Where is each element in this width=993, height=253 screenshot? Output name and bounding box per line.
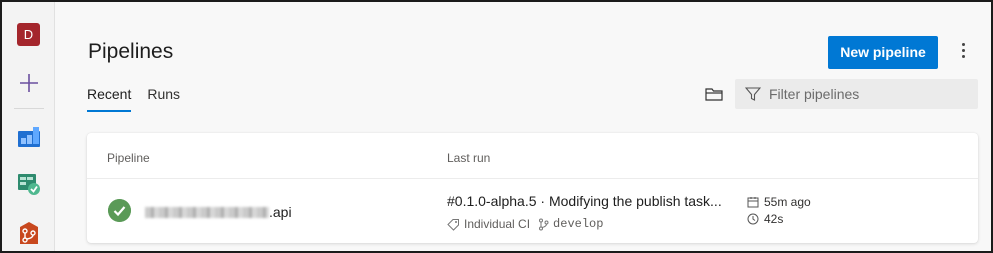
column-header-last-run: Last run bbox=[447, 151, 491, 165]
run-ago: 55m ago bbox=[764, 194, 811, 209]
new-pipeline-button[interactable]: New pipeline bbox=[828, 36, 938, 69]
column-header-pipeline: Pipeline bbox=[107, 151, 150, 165]
pipeline-name[interactable]: .api bbox=[145, 204, 292, 220]
branch-label: develop bbox=[553, 217, 604, 231]
tag-icon bbox=[447, 218, 459, 231]
run-title[interactable]: #0.1.0-alpha.5 · Modifying the publish t… bbox=[447, 193, 727, 209]
calendar-icon bbox=[747, 196, 759, 207]
redacted-name bbox=[145, 207, 269, 218]
filter-icon bbox=[745, 87, 761, 101]
tab-bar: Recent Runs bbox=[87, 86, 196, 112]
run-timing: 55m ago 42s bbox=[747, 193, 811, 227]
app-frame: D Pipelines Recent Runs New pipeline Fil… bbox=[0, 0, 993, 253]
table-row[interactable]: .api #0.1.0-alpha.5 · Modifying the publ… bbox=[87, 179, 978, 243]
left-nav: D bbox=[2, 2, 55, 251]
success-check-icon bbox=[108, 199, 131, 222]
pipelines-table: Pipeline Last run .api #0.1.0-alpha.5 · … bbox=[87, 133, 978, 243]
run-meta: Individual CI develop bbox=[447, 217, 603, 231]
tab-runs[interactable]: Runs bbox=[147, 86, 180, 112]
run-duration: 42s bbox=[764, 211, 784, 226]
more-actions-icon[interactable] bbox=[956, 40, 970, 64]
add-icon[interactable] bbox=[18, 72, 40, 94]
nav-divider bbox=[14, 108, 44, 109]
boards-icon[interactable] bbox=[17, 124, 41, 148]
trigger-label: Individual CI bbox=[464, 217, 531, 231]
page-title: Pipelines bbox=[88, 40, 174, 63]
test-plans-icon[interactable] bbox=[17, 172, 41, 196]
tab-recent[interactable]: Recent bbox=[87, 86, 132, 112]
clock-icon bbox=[747, 213, 759, 224]
repos-icon[interactable] bbox=[17, 221, 41, 245]
project-avatar[interactable]: D bbox=[17, 23, 40, 46]
main-content: Pipelines Recent Runs New pipeline Pipel… bbox=[56, 2, 991, 251]
folder-icon[interactable] bbox=[705, 86, 723, 102]
branch-icon bbox=[539, 218, 549, 230]
filter-box bbox=[735, 79, 978, 109]
filter-pipelines-input[interactable] bbox=[769, 84, 969, 104]
